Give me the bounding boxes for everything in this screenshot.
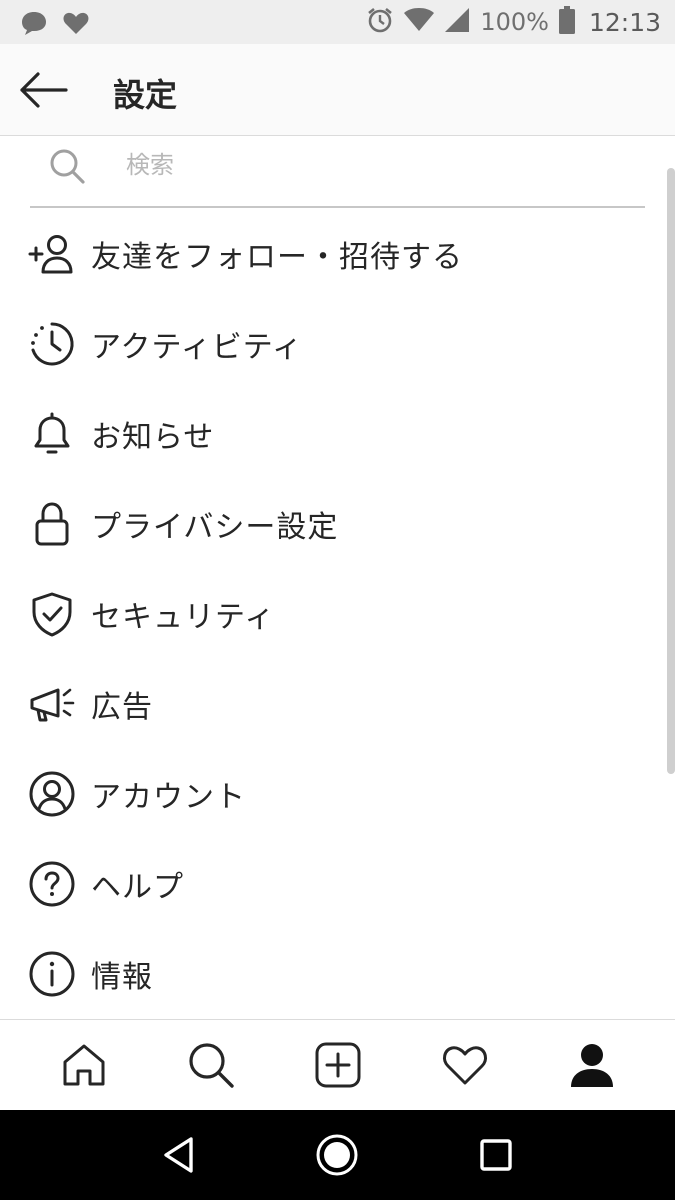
battery-percentage: 100% (480, 8, 549, 36)
info-icon (28, 950, 76, 998)
menu-item-help[interactable]: ヘルプ (0, 839, 660, 929)
nav-add-post-button[interactable] (308, 1035, 368, 1095)
menu-item-label: 情報 (91, 960, 153, 995)
menu-item-security[interactable]: セキュリティ (0, 569, 660, 659)
add-person-icon (28, 230, 76, 278)
bottom-navigation (0, 1019, 675, 1110)
back-button[interactable] (18, 68, 70, 112)
search-icon (188, 1043, 234, 1088)
home-circle-icon (316, 1134, 358, 1176)
nav-activity-button[interactable] (435, 1035, 495, 1095)
page-title: 設定 (113, 76, 178, 114)
wifi-icon (404, 8, 435, 36)
recents-square-icon (480, 1139, 512, 1171)
system-home-button[interactable] (312, 1130, 362, 1180)
alarm-icon (366, 6, 394, 38)
menu-item-account[interactable]: アカウント (0, 749, 660, 839)
menu-item-label: アカウント (91, 780, 246, 815)
menu-item-label: セキュリティ (91, 600, 276, 635)
app-header: 設定 (0, 44, 675, 136)
system-navigation-bar (0, 1110, 675, 1200)
help-icon (28, 860, 76, 908)
back-arrow-icon (20, 72, 68, 108)
menu-item-label: ヘルプ (91, 870, 184, 905)
menu-item-follow-invite[interactable]: 友達をフォロー・招待する (0, 209, 660, 299)
menu-item-label: 友達をフォロー・招待する (91, 240, 463, 275)
chat-bubble-icon (20, 9, 48, 41)
nav-search-button[interactable] (181, 1035, 241, 1095)
nav-profile-button[interactable] (562, 1035, 622, 1095)
account-icon (28, 770, 76, 818)
scrollbar[interactable] (667, 168, 675, 774)
menu-item-privacy[interactable]: プライバシー設定 (0, 479, 660, 569)
megaphone-icon (28, 680, 76, 728)
status-bar: 100% 12:13 (0, 0, 675, 44)
system-back-button[interactable] (154, 1130, 204, 1180)
system-recents-button[interactable] (471, 1130, 521, 1180)
clock: 12:13 (588, 7, 661, 37)
nav-home-button[interactable] (54, 1035, 114, 1095)
home-icon (63, 1044, 104, 1086)
back-triangle-icon (164, 1137, 193, 1173)
activity-heart-icon (442, 1046, 487, 1085)
profile-icon (570, 1044, 613, 1087)
bell-icon (28, 410, 76, 458)
menu-item-label: 広告 (91, 690, 153, 725)
menu-item-ads[interactable]: 広告 (0, 659, 660, 749)
menu-item-info[interactable]: 情報 (0, 929, 660, 1019)
menu-item-activity[interactable]: アクティビティ (0, 299, 660, 389)
search-icon (50, 149, 85, 184)
search-bar (30, 137, 645, 208)
search-input[interactable] (126, 145, 606, 185)
menu-item-label: プライバシー設定 (91, 510, 339, 545)
shield-check-icon (28, 590, 76, 638)
activity-clock-icon (28, 320, 76, 368)
menu-item-notifications[interactable]: お知らせ (0, 389, 660, 479)
settings-menu: 友達をフォロー・招待する アクティビティ お知らせ プライバシー設定 セキュリテ… (0, 209, 660, 1019)
lock-icon (28, 500, 76, 548)
signal-icon (444, 7, 470, 37)
heart-icon (62, 9, 90, 41)
menu-item-label: アクティビティ (91, 330, 303, 365)
menu-item-label: お知らせ (91, 420, 215, 455)
battery-icon (558, 6, 575, 38)
add-post-icon (315, 1042, 360, 1088)
